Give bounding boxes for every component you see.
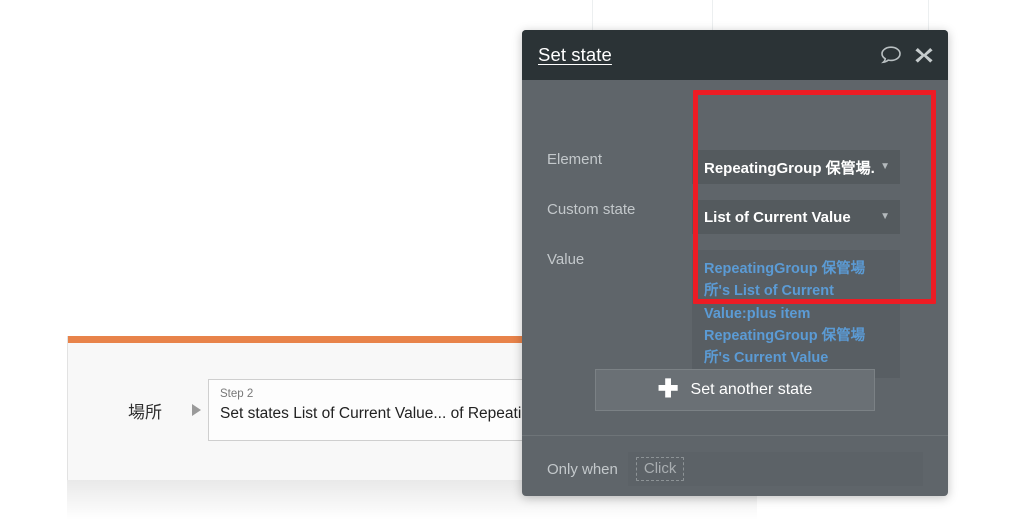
only-when-row: Only when Click xyxy=(522,452,948,486)
popup-body: Element RepeatingGroup 保管場... ▼ Custom s… xyxy=(522,80,948,496)
add-state-wrapper: ✚ Set another state xyxy=(522,369,948,411)
field-label-element: Element xyxy=(547,151,603,168)
only-when-label: Only when xyxy=(547,460,618,478)
value-expression-text: RepeatingGroup 保管場所's List of Current Va… xyxy=(704,261,866,367)
value-expression-input[interactable]: RepeatingGroup 保管場所's List of Current Va… xyxy=(692,250,900,379)
element-dropdown[interactable]: RepeatingGroup 保管場... ▼ xyxy=(692,150,900,184)
chevron-down-icon: ▼ xyxy=(880,211,890,222)
only-when-input[interactable]: Click xyxy=(627,452,923,486)
canvas-grid-line xyxy=(592,0,593,30)
plus-icon: ✚ xyxy=(657,374,679,403)
chevron-down-icon: ▼ xyxy=(880,161,890,172)
previous-step-label: 場所 xyxy=(128,402,162,422)
page-title: Set state xyxy=(538,44,612,65)
close-icon[interactable] xyxy=(914,45,934,65)
speech-bubble-icon[interactable] xyxy=(880,45,902,65)
custom-state-dropdown-value: List of Current Value xyxy=(704,208,851,226)
custom-state-dropdown[interactable]: List of Current Value ▼ xyxy=(692,200,900,234)
set-another-state-label: Set another state xyxy=(690,381,813,398)
set-another-state-button[interactable]: ✚ Set another state xyxy=(595,369,875,411)
field-label-custom-state: Custom state xyxy=(547,201,636,218)
field-row-custom-state: Custom state List of Current Value ▼ xyxy=(522,200,948,234)
field-row-value: Value RepeatingGroup 保管場所's List of Curr… xyxy=(522,250,948,379)
canvas-grid-line xyxy=(928,0,929,30)
field-label-value: Value xyxy=(547,251,585,268)
arrow-right-icon xyxy=(168,399,208,421)
popup-header: Set state xyxy=(522,30,948,80)
element-dropdown-value: RepeatingGroup 保管場... xyxy=(704,159,875,177)
field-row-element: Element RepeatingGroup 保管場... ▼ xyxy=(522,150,948,184)
popup-divider xyxy=(522,435,948,436)
set-state-popup: Set state Element RepeatingGroup 保管場... … xyxy=(522,30,948,496)
canvas-grid-line xyxy=(712,0,713,30)
only-when-placeholder: Click xyxy=(635,457,685,481)
screen-root: 場所 Step 2 Set states List of Current Val… xyxy=(0,0,1032,530)
popup-header-actions xyxy=(880,45,934,65)
